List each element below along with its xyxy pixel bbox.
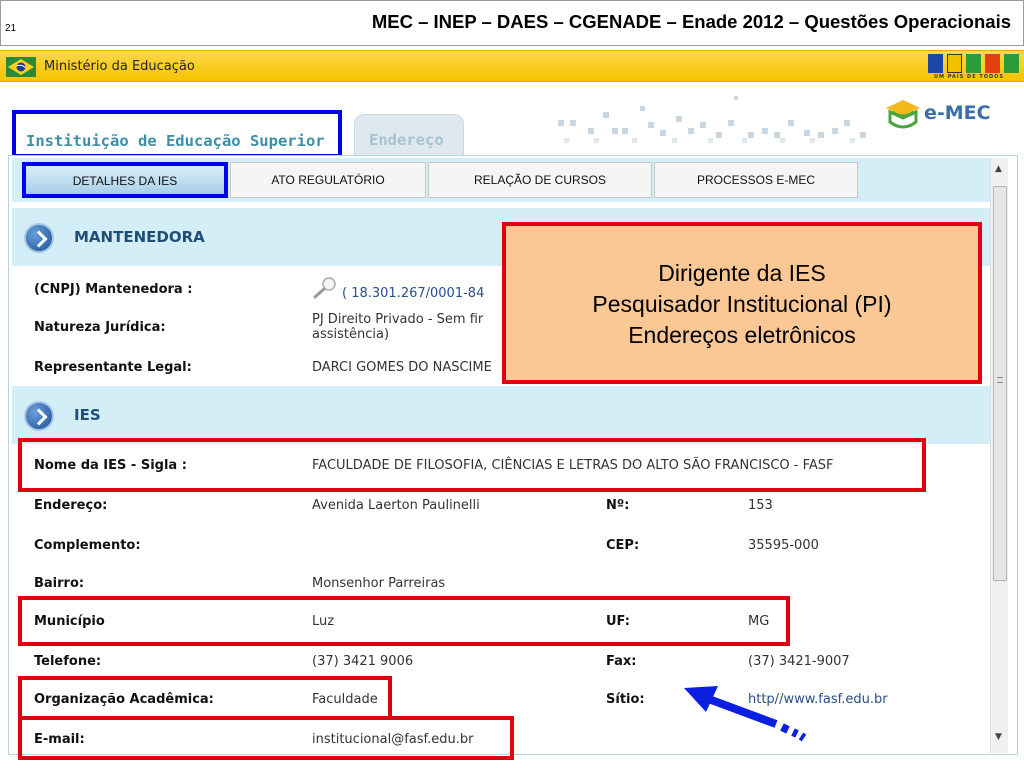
cnpj-link[interactable]: ( 18.301.267/0001-84	[342, 286, 484, 301]
row-complemento: Complemento: CEP: 35595-000	[12, 530, 990, 568]
scroll-down-icon[interactable]: ▼	[995, 732, 1002, 742]
subtab-processos[interactable]: PROCESSOS E-MEC	[654, 162, 858, 198]
highlight-nome-ies	[18, 438, 926, 492]
magnifier-icon[interactable]	[312, 276, 338, 300]
sub-tabs-bar: DETALHES DA IES ATO REGULATÓRIO RELAÇÃO …	[12, 158, 990, 202]
ministry-link[interactable]: Ministério da Educação	[44, 59, 195, 74]
slide-header: 21 MEC – INEP – DAES – CGENADE – Enade 2…	[0, 0, 1024, 46]
field-label: Endereço:	[34, 498, 108, 513]
field-label: Sítio:	[606, 692, 645, 707]
field-label: Telefone:	[34, 654, 102, 669]
gov-bar: Ministério da Educação UM PAÍS DE TODOS	[0, 50, 1024, 82]
emec-logo: e-MEC	[884, 94, 1004, 138]
decorative-pattern	[558, 96, 866, 143]
field-label: Natureza Jurídica:	[34, 320, 166, 335]
tab-endereco-label: Endereço	[369, 131, 444, 149]
field-value: PJ Direito Privado - Sem fir assistência…	[312, 312, 484, 342]
field-label: Fax:	[606, 654, 637, 669]
scrollbar-thumb[interactable]	[993, 186, 1007, 581]
subtab-relacao-cursos[interactable]: RELAÇÃO DE CURSOS	[428, 162, 652, 198]
tab-instituicao-label: Instituição de Educação Superior	[26, 132, 325, 150]
tab-instituicao[interactable]: Instituição de Educação Superior	[12, 110, 342, 158]
slide-number: 21	[5, 23, 17, 34]
brasil-logo: UM PAÍS DE TODOS	[928, 54, 1020, 80]
scroll-up-icon[interactable]: ▲	[995, 164, 1002, 174]
blue-arrow-icon	[684, 686, 807, 742]
field-label: Complemento:	[34, 538, 141, 553]
slide-title: MEC – INEP – DAES – CGENADE – Enade 2012…	[371, 11, 1011, 32]
field-value: (37) 3421 9006	[312, 654, 414, 669]
field-label: Nº:	[606, 498, 630, 513]
field-value: Monsenhor Parreiras	[312, 576, 446, 591]
brazil-flag-icon	[6, 57, 36, 77]
field-value: DARCI GOMES DO NASCIME	[312, 360, 492, 375]
field-label: CEP:	[606, 538, 640, 553]
chevron-circle-icon[interactable]	[24, 401, 54, 431]
chevron-circle-icon[interactable]	[24, 223, 54, 253]
callout-line: Pesquisador Institucional (PI)	[592, 291, 892, 317]
brasil-motto: UM PAÍS DE TODOS	[934, 74, 1005, 80]
field-value: 153	[748, 498, 773, 513]
callout-box: Dirigente da IES Pesquisador Institucion…	[502, 222, 982, 384]
highlight-municipio-uf	[18, 596, 790, 646]
emec-hat-icon	[886, 100, 920, 129]
field-value: (37) 3421-9007	[748, 654, 850, 669]
callout-line: Endereços eletrônicos	[628, 322, 856, 348]
field-label: Representante Legal:	[34, 360, 192, 375]
row-endereco: Endereço: Avenida Laerton Paulinelli Nº:…	[12, 490, 990, 528]
vertical-scrollbar[interactable]: ▲ ▼	[990, 158, 1008, 753]
section-ies-title: IES	[74, 406, 101, 424]
subtab-ato-regulatorio[interactable]: ATO REGULATÓRIO	[230, 162, 426, 198]
subtab-detalhes[interactable]: DETALHES DA IES	[22, 162, 228, 198]
emec-logo-text: e-MEC	[924, 102, 991, 124]
field-value: 35595-000	[748, 538, 819, 553]
highlight-email	[18, 716, 514, 760]
section-ies: IES	[12, 386, 990, 444]
callout-line: Dirigente da IES	[658, 260, 826, 286]
highlight-organizacao	[18, 676, 392, 720]
section-mantenedora-title: MANTENEDORA	[74, 228, 205, 246]
field-value: Avenida Laerton Paulinelli	[312, 498, 480, 513]
field-label: (CNPJ) Mantenedora :	[34, 282, 193, 297]
field-label: Bairro:	[34, 576, 85, 591]
tab-endereco[interactable]: Endereço	[354, 114, 464, 156]
